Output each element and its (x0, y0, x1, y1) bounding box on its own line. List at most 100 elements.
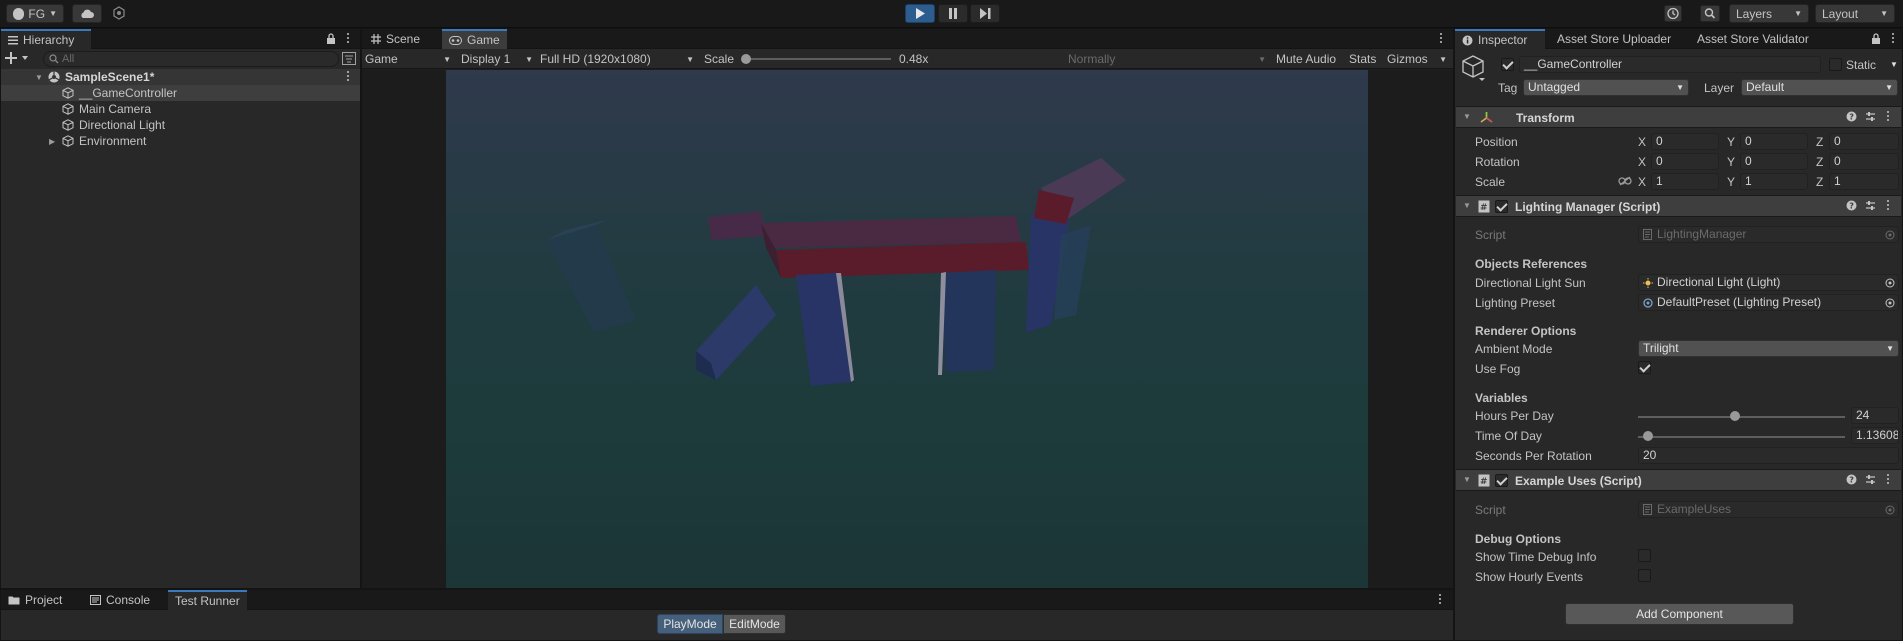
scale-x-field[interactable]: 1 (1651, 173, 1719, 190)
time-slider-thumb[interactable] (1643, 431, 1654, 441)
expand-arrow-icon[interactable]: ▶ (49, 137, 55, 146)
transform-menu-icon[interactable] (1886, 111, 1890, 123)
scale-slider-track[interactable] (744, 58, 891, 60)
hierarchy-item-directional-light[interactable]: Directional Light (1, 117, 360, 133)
example-enabled-checkbox[interactable] (1495, 474, 1508, 487)
tab-asset-store-validator[interactable]: Asset Store Validator (1690, 29, 1816, 49)
normally-dropdown[interactable]: Normally ▼ (1068, 49, 1268, 69)
view-tabbar: Scene Game (362, 29, 1453, 49)
inspector-menu-icon[interactable] (1891, 33, 1895, 45)
lock-icon[interactable] (326, 33, 336, 44)
time-of-day-field[interactable]: 1.13608 (1851, 427, 1899, 444)
search-icon[interactable] (1700, 5, 1720, 22)
show-time-debug-checkbox[interactable] (1638, 549, 1651, 562)
mute-audio-toggle[interactable]: Mute Audio (1276, 49, 1336, 69)
collab-icon[interactable] (112, 6, 126, 20)
game-view-dropdown[interactable]: Game ▼ (365, 49, 453, 69)
lighting-preset-field[interactable]: DefaultPreset (Lighting Preset) (1638, 294, 1899, 311)
step-button[interactable] (970, 4, 1000, 23)
add-component-button[interactable]: Add Component (1565, 603, 1794, 625)
tab-console[interactable]: Console (83, 590, 157, 610)
scale-slider-thumb[interactable] (741, 54, 751, 64)
position-x-field[interactable]: 0 (1651, 133, 1719, 150)
layers-dropdown[interactable]: Layers ▼ (1729, 4, 1809, 23)
tab-scene[interactable]: Scene (364, 29, 427, 49)
editmode-toggle[interactable]: EditMode (723, 614, 786, 634)
static-dropdown-arrow[interactable]: ▼ (1890, 56, 1902, 73)
tab-hierarchy[interactable]: Hierarchy (1, 29, 91, 49)
help-icon[interactable]: ? (1846, 474, 1857, 485)
bottom-menu-icon[interactable] (1438, 594, 1442, 606)
static-checkbox[interactable] (1829, 58, 1842, 71)
account-dropdown[interactable]: FG ▼ (6, 4, 64, 23)
game-render-area[interactable] (362, 70, 1453, 588)
svg-text:#: # (1480, 477, 1488, 487)
help-icon[interactable]: ? (1846, 200, 1857, 211)
rotation-x-field[interactable]: 0 (1651, 153, 1719, 170)
playmode-toggle[interactable]: PlayMode (657, 614, 723, 634)
target-icon[interactable] (1885, 298, 1895, 308)
layout-dropdown[interactable]: Layout ▼ (1815, 4, 1895, 23)
presets-icon[interactable] (1865, 200, 1876, 211)
stats-toggle[interactable]: Stats (1349, 49, 1376, 69)
resolution-dropdown[interactable]: Full HD (1920x1080) ▼ (540, 49, 696, 69)
gizmos-dropdown[interactable]: Gizmos ▼ (1387, 49, 1447, 69)
lighting-menu-icon[interactable] (1886, 200, 1890, 212)
expand-arrow-icon[interactable]: ▼ (35, 73, 43, 82)
object-active-checkbox[interactable] (1501, 58, 1514, 71)
use-fog-checkbox[interactable] (1638, 361, 1651, 374)
hierarchy-search-input[interactable]: All (43, 51, 339, 67)
target-icon[interactable] (1885, 278, 1895, 288)
position-y-field[interactable]: 0 (1740, 133, 1808, 150)
scale-z-field[interactable]: 1 (1829, 173, 1899, 190)
foldout-arrow-icon[interactable]: ▼ (1463, 112, 1471, 121)
tag-dropdown[interactable]: Untagged ▼ (1523, 79, 1689, 96)
cloud-button[interactable] (72, 4, 102, 23)
tab-test-runner[interactable]: Test Runner (168, 590, 247, 610)
play-button[interactable] (905, 4, 935, 23)
hierarchy-menu-icon[interactable] (346, 33, 350, 45)
tab-inspector[interactable]: Inspector (1455, 29, 1545, 49)
lighting-enabled-checkbox[interactable] (1495, 200, 1508, 213)
pause-button[interactable] (938, 4, 968, 23)
scale-y-field[interactable]: 1 (1740, 173, 1808, 190)
tab-game[interactable]: Game (442, 29, 507, 49)
foldout-arrow-icon[interactable]: ▼ (1463, 201, 1471, 210)
example-uses-header[interactable]: ▼ # Example Uses (Script) ? (1456, 469, 1901, 491)
ambient-mode-dropdown[interactable]: Trilight ▼ (1638, 340, 1899, 357)
history-icon[interactable] (1664, 5, 1682, 22)
dir-light-field[interactable]: Directional Light (Light) (1638, 274, 1899, 291)
view-menu-icon[interactable] (1439, 33, 1443, 45)
game-viewport[interactable] (446, 70, 1368, 588)
hierarchy-scene-row[interactable]: ▼ SampleScene1* (1, 69, 360, 85)
display-dropdown[interactable]: Display 1 ▼ (461, 49, 535, 69)
help-icon[interactable]: ? (1846, 111, 1857, 122)
seconds-per-rotation-field[interactable]: 20 (1638, 447, 1899, 464)
hours-slider-thumb[interactable] (1730, 411, 1741, 421)
show-hourly-events-checkbox[interactable] (1638, 569, 1651, 582)
object-name-field[interactable]: __GameController (1519, 56, 1821, 73)
hierarchy-item-main-camera[interactable]: Main Camera (1, 101, 360, 117)
hours-slider-track[interactable] (1638, 416, 1845, 418)
position-z-field[interactable]: 0 (1829, 133, 1899, 150)
example-menu-icon[interactable] (1886, 474, 1890, 486)
scene-menu-icon[interactable] (346, 71, 350, 83)
rotation-y-field[interactable]: 0 (1740, 153, 1808, 170)
presets-icon[interactable] (1865, 111, 1876, 122)
hierarchy-item-environment[interactable]: ▶ Environment (1, 133, 360, 149)
hours-per-day-field[interactable]: 24 (1851, 407, 1899, 424)
tab-project[interactable]: Project (1, 590, 69, 610)
link-icon[interactable] (1618, 176, 1632, 186)
layer-dropdown[interactable]: Default ▼ (1741, 79, 1898, 96)
filter-icon[interactable] (342, 52, 356, 65)
transform-header[interactable]: ▼ Transform ? (1456, 106, 1901, 128)
foldout-arrow-icon[interactable]: ▼ (1463, 475, 1471, 484)
tab-asset-store-uploader[interactable]: Asset Store Uploader (1550, 29, 1678, 49)
lighting-manager-header[interactable]: ▼ # Lighting Manager (Script) ? (1456, 195, 1901, 217)
rotation-z-field[interactable]: 0 (1829, 153, 1899, 170)
create-button[interactable] (5, 51, 31, 65)
time-slider-track[interactable] (1638, 436, 1845, 438)
presets-icon[interactable] (1865, 474, 1876, 485)
hierarchy-item-gamecontroller[interactable]: __GameController (1, 85, 360, 101)
lock-icon[interactable] (1871, 33, 1881, 44)
